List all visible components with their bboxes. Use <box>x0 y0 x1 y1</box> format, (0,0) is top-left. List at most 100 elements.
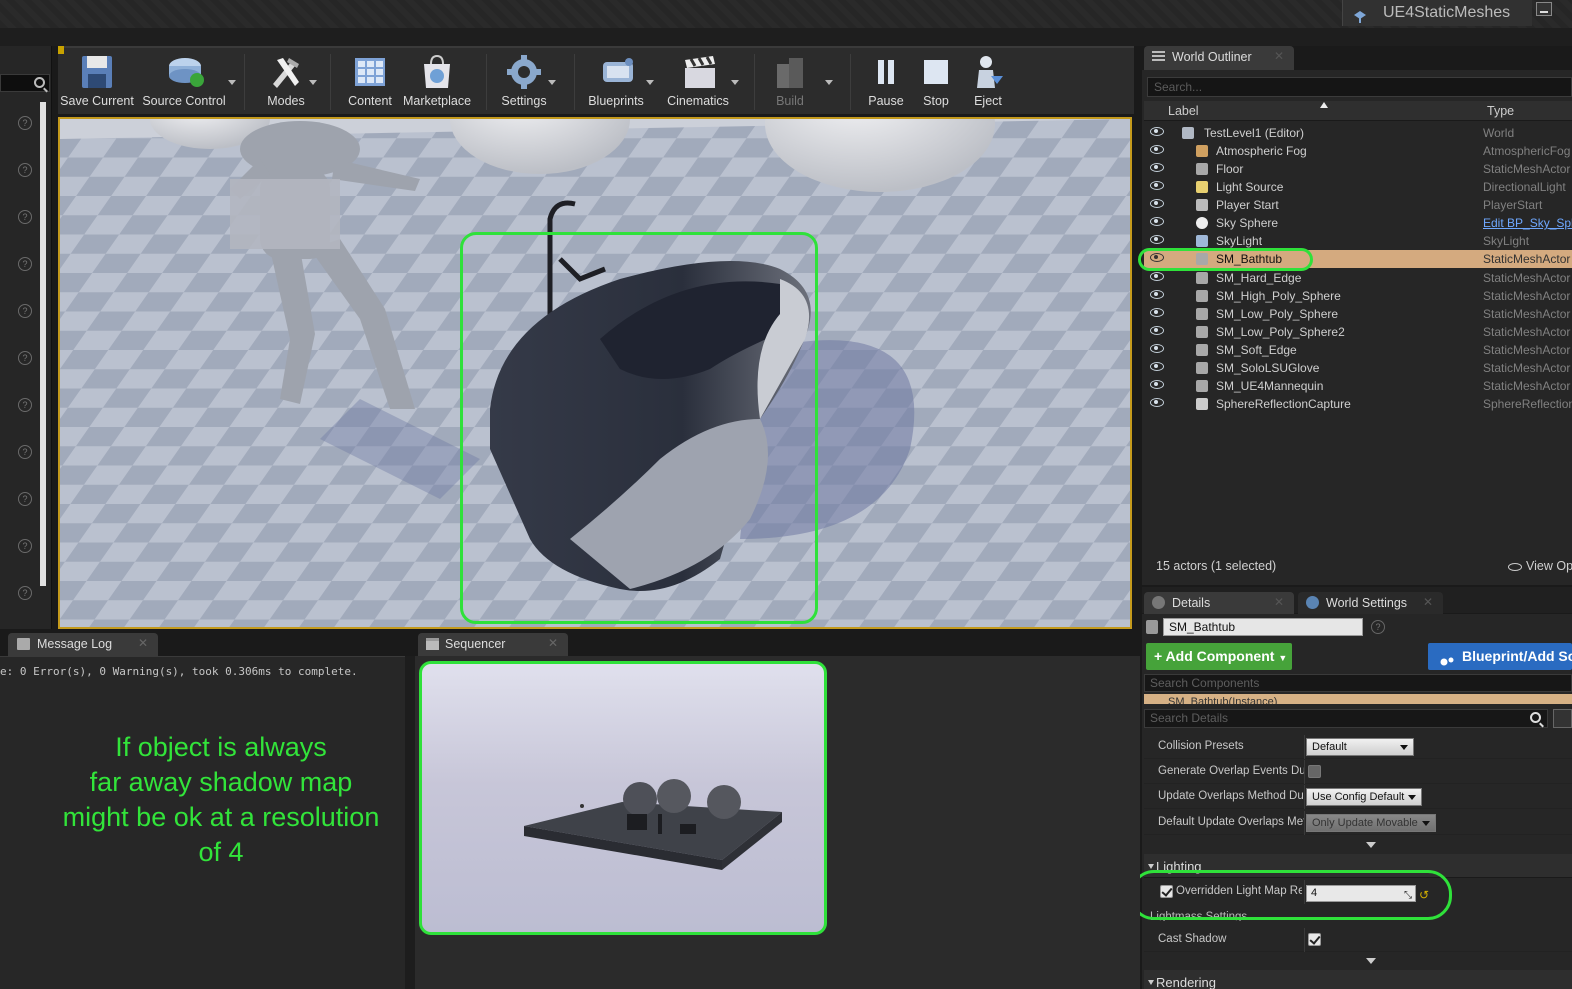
reflection-capture-icon <box>1196 398 1208 411</box>
generate-overlap-checkbox[interactable] <box>1308 765 1321 778</box>
close-icon[interactable]: ✕ <box>1274 49 1284 63</box>
source-control-icon <box>167 54 204 90</box>
update-overlaps-dropdown[interactable]: Use Config Default <box>1306 788 1422 806</box>
close-icon[interactable]: ✕ <box>548 636 558 650</box>
row-label: SM_Low_Poly_Sphere <box>1216 306 1339 321</box>
eye-icon[interactable] <box>1150 289 1164 299</box>
eye-icon[interactable] <box>1150 325 1164 335</box>
stop-button[interactable]: Stop <box>914 50 958 112</box>
eye-icon[interactable] <box>1150 271 1164 281</box>
help-icon[interactable]: ? <box>18 116 32 130</box>
outliner-row[interactable]: SM_Low_Poly_Sphere2 StaticMeshActor <box>1144 323 1572 341</box>
blueprints-dropdown-icon[interactable] <box>646 80 654 85</box>
outliner-row[interactable]: Atmospheric Fog AtmosphericFog <box>1144 142 1572 160</box>
search-components-input[interactable]: Search Components <box>1144 674 1572 692</box>
outliner-row[interactable]: SM_Hard_Edge StaticMeshActor <box>1144 269 1572 287</box>
tab-details[interactable]: Details ✕ <box>1144 592 1294 614</box>
outliner-row[interactable]: SphereReflectionCapture SphereReflectionC… <box>1144 395 1572 413</box>
add-component-button[interactable]: + Add Component ▼ <box>1146 643 1292 670</box>
eye-icon[interactable] <box>1150 181 1164 191</box>
help-icon[interactable]: ? <box>18 304 32 318</box>
eye-icon[interactable] <box>1150 163 1164 173</box>
tab-world-outliner[interactable]: World Outliner ✕ <box>1144 46 1294 70</box>
save-current-button[interactable]: Save Current <box>60 50 134 112</box>
eye-icon[interactable] <box>1150 145 1164 155</box>
collision-presets-dropdown[interactable]: Default <box>1306 738 1414 756</box>
eye-icon[interactable] <box>1150 307 1164 317</box>
rendering-category[interactable]: Rendering <box>1144 970 1572 989</box>
cinematics-button[interactable]: Cinematics <box>666 50 730 112</box>
eye-icon[interactable] <box>1150 199 1164 209</box>
modes-scrollbar[interactable] <box>40 102 46 586</box>
pause-button[interactable]: Pause <box>862 50 910 112</box>
outliner-row[interactable]: SM_Soft_Edge StaticMeshActor <box>1144 341 1572 359</box>
default-update-overlaps-dropdown[interactable]: Only Update Movable <box>1306 814 1436 832</box>
search-details-input[interactable]: Search Details <box>1144 709 1548 728</box>
eye-icon[interactable] <box>1150 398 1164 408</box>
tab-world-settings[interactable]: World Settings ✕ <box>1298 592 1443 614</box>
help-icon[interactable]: ? <box>1371 620 1385 634</box>
build-button[interactable]: Build <box>766 50 814 112</box>
eject-button[interactable]: Eject <box>966 50 1010 112</box>
row-label: Sky Sphere <box>1216 216 1279 231</box>
component-row[interactable]: SM_Bathtub(Instance) <box>1144 694 1572 704</box>
outliner-row[interactable]: SM_SoloLSUGlove StaticMeshActor <box>1144 359 1572 377</box>
help-icon[interactable]: ? <box>18 586 32 600</box>
source-control-button[interactable]: Source Control <box>142 50 226 112</box>
outliner-row[interactable]: Light Source DirectionalLight <box>1144 178 1572 196</box>
eye-icon[interactable] <box>1150 217 1164 227</box>
eye-icon[interactable] <box>1150 361 1164 371</box>
blueprints-button[interactable]: Blueprints <box>586 50 646 112</box>
actor-name-input[interactable]: SM_Bathtub <box>1163 618 1363 636</box>
eye-icon[interactable] <box>1150 343 1164 353</box>
source-control-dropdown-icon[interactable] <box>228 80 236 85</box>
eye-icon[interactable] <box>1150 379 1164 389</box>
eye-icon[interactable] <box>1150 235 1164 245</box>
cast-shadow-checkbox[interactable] <box>1308 933 1321 946</box>
build-dropdown-icon[interactable] <box>825 80 833 85</box>
outliner-row[interactable]: TestLevel1 (Editor) World <box>1144 124 1572 142</box>
tab-message-log[interactable]: Message Log ✕ <box>8 633 158 656</box>
content-button[interactable]: Content <box>344 50 396 112</box>
help-icon[interactable]: ? <box>18 210 32 224</box>
view-options-list-icon[interactable] <box>1553 709 1572 728</box>
column-label[interactable]: Label <box>1168 104 1199 118</box>
close-icon[interactable]: ✕ <box>1274 595 1284 609</box>
outliner-row[interactable]: Sky Sphere Edit BP_Sky_Sphere <box>1144 214 1572 232</box>
expand-more-icon[interactable] <box>1366 958 1376 964</box>
help-icon[interactable]: ? <box>18 492 32 506</box>
panel-divider[interactable] <box>405 656 415 989</box>
outliner-row[interactable]: SM_UE4Mannequin StaticMeshActor <box>1144 377 1572 395</box>
expand-more-icon[interactable] <box>1366 842 1376 848</box>
close-icon[interactable]: ✕ <box>1423 595 1433 609</box>
outliner-row[interactable]: SM_Low_Poly_Sphere StaticMeshActor <box>1144 305 1572 323</box>
blueprint-add-script-button[interactable]: Blueprint/Add Script <box>1428 643 1572 670</box>
help-icon[interactable]: ? <box>18 539 32 553</box>
settings-dropdown-icon[interactable] <box>548 80 556 85</box>
marketplace-button[interactable]: Marketplace <box>403 50 471 112</box>
tab-sequencer[interactable]: Sequencer ✕ <box>418 633 568 656</box>
help-icon[interactable]: ? <box>18 351 32 365</box>
outliner-row[interactable]: SM_High_Poly_Sphere StaticMeshActor <box>1144 287 1572 305</box>
column-type[interactable]: Type <box>1487 104 1514 118</box>
outliner-search-input[interactable]: Search... <box>1147 77 1572 97</box>
modes-dropdown-icon[interactable] <box>309 80 317 85</box>
view-options-button[interactable]: View Options <box>1508 559 1572 573</box>
help-icon[interactable]: ? <box>18 445 32 459</box>
eye-icon[interactable] <box>1150 127 1164 136</box>
row-label: Player Start <box>1216 198 1279 213</box>
title-bar <box>0 0 1572 28</box>
row-type[interactable]: Edit BP_Sky_Sphere <box>1483 216 1572 230</box>
outliner-row[interactable]: Floor StaticMeshActor <box>1144 160 1572 178</box>
minimize-button[interactable] <box>1536 2 1552 16</box>
settings-button[interactable]: Settings <box>498 50 550 112</box>
modes-search-input[interactable] <box>0 74 50 92</box>
cinematics-dropdown-icon[interactable] <box>731 80 739 85</box>
help-icon[interactable]: ? <box>18 398 32 412</box>
sequencer-preview[interactable] <box>419 661 827 935</box>
modes-button[interactable]: Modes <box>260 50 312 112</box>
outliner-row[interactable]: Player Start PlayerStart <box>1144 196 1572 214</box>
help-icon[interactable]: ? <box>18 257 32 271</box>
help-icon[interactable]: ? <box>18 163 32 177</box>
close-icon[interactable]: ✕ <box>138 636 148 650</box>
